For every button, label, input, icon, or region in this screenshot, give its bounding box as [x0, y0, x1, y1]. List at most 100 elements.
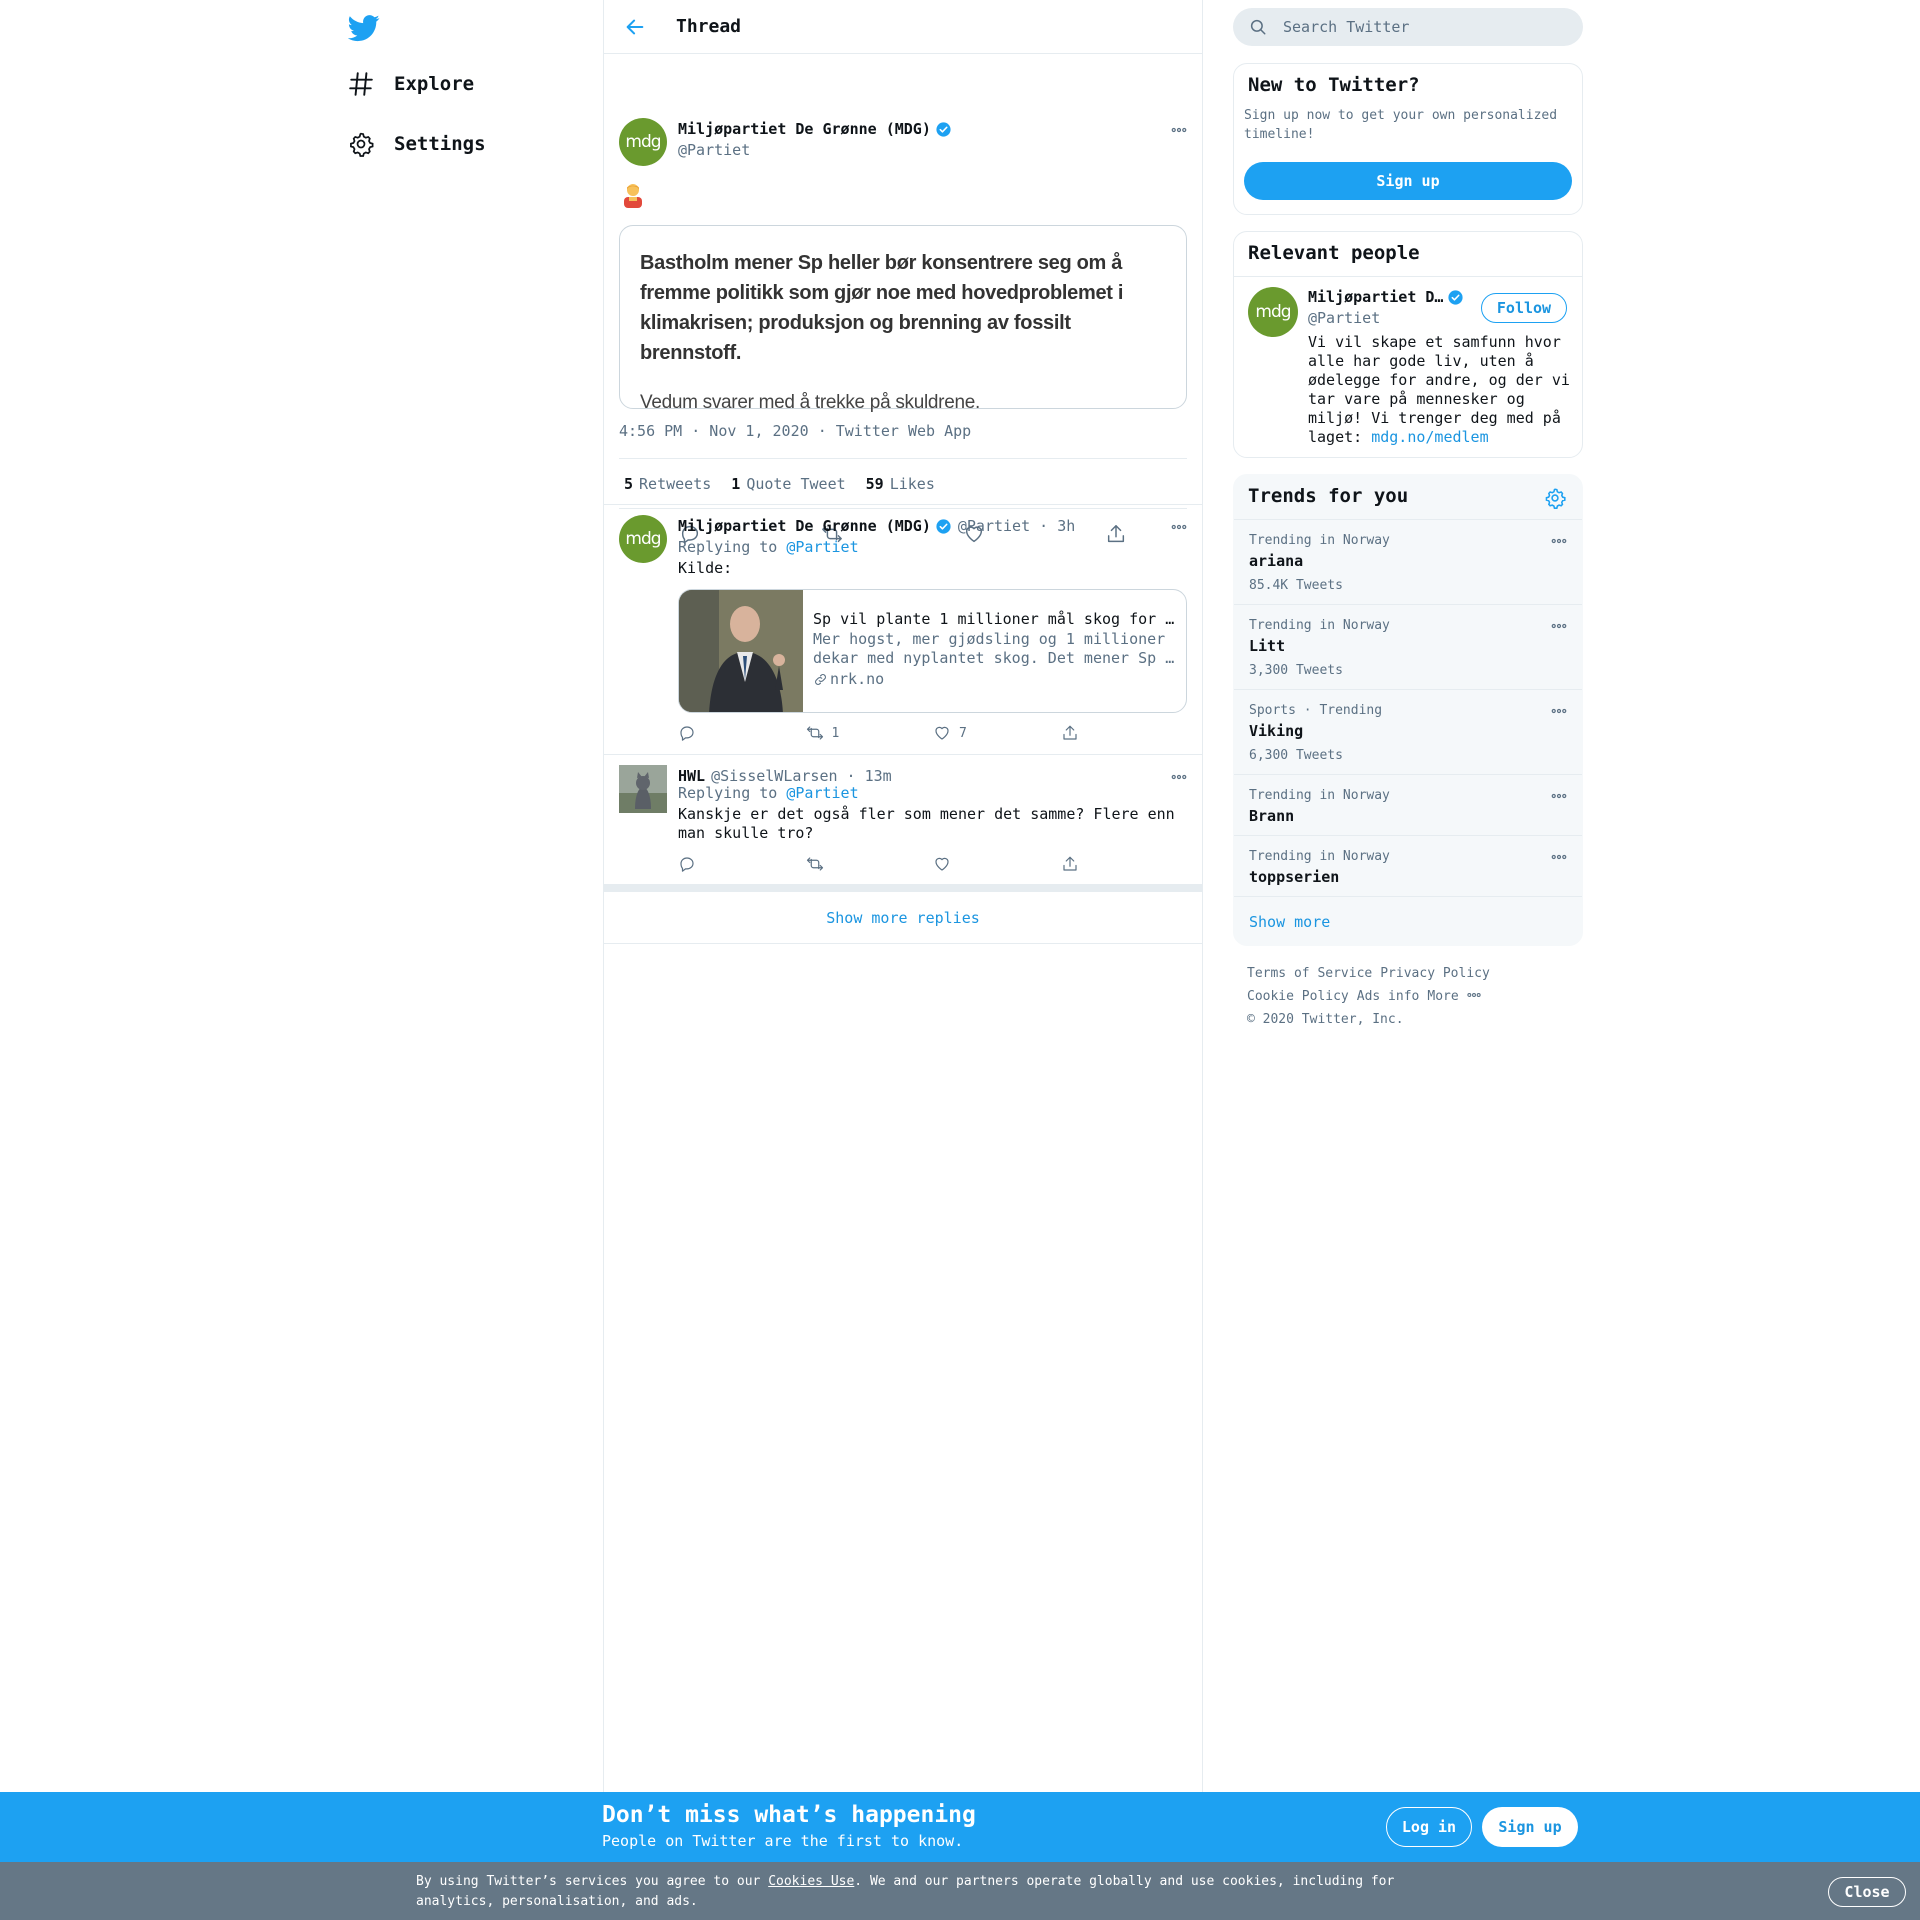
gear-icon[interactable] — [1544, 487, 1566, 509]
reply-actions — [678, 855, 1098, 873]
replying-to: Replying to @Partiet — [678, 784, 859, 802]
nav-settings[interactable]: Settings — [348, 124, 486, 164]
twitter-logo-icon[interactable] — [348, 12, 380, 44]
show-more-trends-link[interactable]: Show more — [1234, 896, 1582, 946]
tweet-timestamp[interactable]: 4:56 PM · Nov 1, 2020 — [619, 422, 809, 440]
trend-count: 3,300 Tweets — [1249, 663, 1343, 678]
tweet-source[interactable]: Twitter Web App — [836, 422, 971, 440]
thread-header: Thread — [604, 0, 1202, 54]
more-options-icon[interactable] — [1170, 768, 1188, 786]
like-action[interactable]: 7 — [933, 724, 1061, 742]
more-options-icon[interactable] — [1550, 848, 1568, 866]
likes-label[interactable]: Likes — [890, 475, 935, 493]
more-link[interactable]: More — [1427, 989, 1481, 1004]
retweet-count: 1 — [831, 725, 840, 741]
search-input[interactable]: Search Twitter — [1233, 8, 1583, 46]
reply-time[interactable]: 13m — [865, 767, 892, 785]
tweet-author-name[interactable]: Miljøpartiet De Grønne (MDG) — [678, 120, 952, 138]
person-handle[interactable]: @Partiet — [1308, 309, 1380, 327]
retweets-label[interactable]: Retweets — [639, 475, 711, 493]
avatar[interactable]: mdg — [619, 118, 667, 166]
reply-author-handle[interactable]: @SisselWLarsen — [711, 767, 837, 785]
trend-name: ariana — [1249, 552, 1304, 570]
relevant-people-title: Relevant people — [1248, 242, 1420, 264]
nav-explore-label: Explore — [394, 73, 475, 95]
bio-link[interactable]: mdg.no/medlem — [1371, 428, 1488, 446]
show-more-replies-button[interactable]: Show more replies — [604, 892, 1202, 944]
trend-name: toppserien — [1249, 868, 1340, 886]
follow-button[interactable]: Follow — [1481, 293, 1567, 323]
trend-item[interactable]: Trending in Norway Litt 3,300 Tweets — [1234, 604, 1582, 689]
reply-icon — [680, 726, 694, 741]
more-options-icon[interactable] — [1550, 617, 1568, 635]
tweet-author-handle[interactable]: @Partiet — [678, 141, 750, 159]
new-to-twitter-card: New to Twitter? Sign up now to get your … — [1233, 63, 1583, 215]
reply-tweet[interactable]: HWL @SisselWLarsen · 13m Replying to @Pa… — [604, 754, 1202, 884]
reply-action[interactable] — [678, 724, 806, 742]
avatar[interactable]: mdg — [1248, 287, 1298, 337]
hashtag-icon — [349, 72, 373, 96]
thread-column: Thread mdg Miljøpartiet De Grønne (MDG) … — [603, 0, 1203, 1795]
close-button[interactable]: Close — [1828, 1877, 1906, 1907]
trend-count: 6,300 Tweets — [1249, 748, 1343, 763]
cookies-use-link[interactable]: Cookies Use — [768, 1874, 854, 1889]
trend-item[interactable]: Trending in Norway ariana 85.4K Tweets — [1234, 519, 1582, 604]
person-name[interactable]: Miljøpartiet D… — [1308, 288, 1464, 306]
sign-up-button[interactable]: Sign up — [1244, 162, 1572, 200]
avatar[interactable]: mdg — [619, 515, 667, 563]
reply-author-handle[interactable]: @Partiet — [958, 517, 1030, 535]
reply-action[interactable] — [678, 855, 806, 873]
retweet-action[interactable]: 1 — [806, 724, 934, 742]
replying-to-link[interactable]: @Partiet — [786, 784, 858, 802]
signup-banner: Don’t miss what’s happening People on Tw… — [0, 1792, 1920, 1862]
link-preview-card[interactable]: Sp vil plante 1 millioner mål skog for …… — [678, 589, 1187, 713]
log-in-button[interactable]: Log in — [1386, 1807, 1472, 1847]
back-arrow-icon[interactable] — [624, 16, 646, 38]
retweet-action[interactable] — [806, 855, 934, 873]
trend-name: Viking — [1249, 722, 1304, 740]
reply-tweet[interactable]: mdg Miljøpartiet De Grønne (MDG) @Partie… — [604, 504, 1202, 754]
quotes-label[interactable]: Quote Tweet — [746, 475, 845, 493]
sign-up-button[interactable]: Sign up — [1482, 1807, 1578, 1847]
link-preview-title: Sp vil plante 1 millioner mål skog for … — [813, 610, 1175, 628]
share-icon — [1062, 725, 1077, 740]
more-options-icon[interactable] — [1170, 121, 1188, 139]
link-preview-description: Mer hogst, mer gjødsling og 1 millioner … — [813, 630, 1175, 667]
trends-card: Trends for you Trending in Norway ariana… — [1233, 474, 1583, 946]
terms-link[interactable]: Terms of Service — [1247, 966, 1372, 981]
more-options-icon[interactable] — [1550, 532, 1568, 550]
privacy-link[interactable]: Privacy Policy — [1380, 966, 1490, 981]
retweet-icon — [806, 857, 823, 871]
share-action[interactable] — [1061, 724, 1099, 742]
link-preview-image — [679, 590, 803, 712]
nav-explore[interactable]: Explore — [348, 64, 474, 104]
person-emoji-icon — [624, 184, 642, 208]
nav-settings-label: Settings — [394, 133, 486, 155]
trend-item[interactable]: Trending in Norway Brann — [1234, 774, 1582, 835]
reply-author-name[interactable]: Miljøpartiet De Grønne (MDG) — [678, 517, 931, 535]
avatar[interactable] — [619, 765, 667, 813]
trend-item[interactable]: Trending in Norway toppserien — [1234, 835, 1582, 896]
cookie-policy-link[interactable]: Cookie Policy — [1247, 989, 1349, 1004]
share-action[interactable] — [1061, 855, 1099, 873]
like-action[interactable] — [933, 855, 1061, 873]
quote-image-card[interactable]: Bastholm mener Sp heller bør konsentrere… — [619, 225, 1187, 413]
verified-badge-icon — [1448, 289, 1464, 305]
search-placeholder: Search Twitter — [1283, 18, 1410, 36]
like-heart-icon — [935, 726, 949, 740]
more-options-icon[interactable] — [1550, 787, 1568, 805]
reply-icon — [680, 857, 694, 872]
trend-item[interactable]: Sports · Trending Viking 6,300 Tweets — [1234, 689, 1582, 774]
relevant-people-card: Relevant people mdg Miljøpartiet D… @Par… — [1233, 231, 1583, 458]
reply-header: Miljøpartiet De Grønne (MDG) @Partiet · … — [678, 517, 1076, 535]
reply-text: Kanskje er det også fler som mener det s… — [678, 805, 1175, 842]
cat-avatar-icon — [619, 765, 667, 813]
more-options-icon[interactable] — [1170, 518, 1188, 536]
replying-to-link[interactable]: @Partiet — [786, 538, 858, 556]
ads-info-link[interactable]: Ads info — [1357, 989, 1420, 1004]
reply-author-name[interactable]: HWL — [678, 767, 705, 785]
link-preview-site: nrk.no — [813, 670, 884, 688]
person-bio: Vi vil skape et samfunn hvor alle har go… — [1308, 333, 1570, 446]
more-options-icon[interactable] — [1550, 702, 1568, 720]
reply-time[interactable]: 3h — [1057, 517, 1075, 535]
